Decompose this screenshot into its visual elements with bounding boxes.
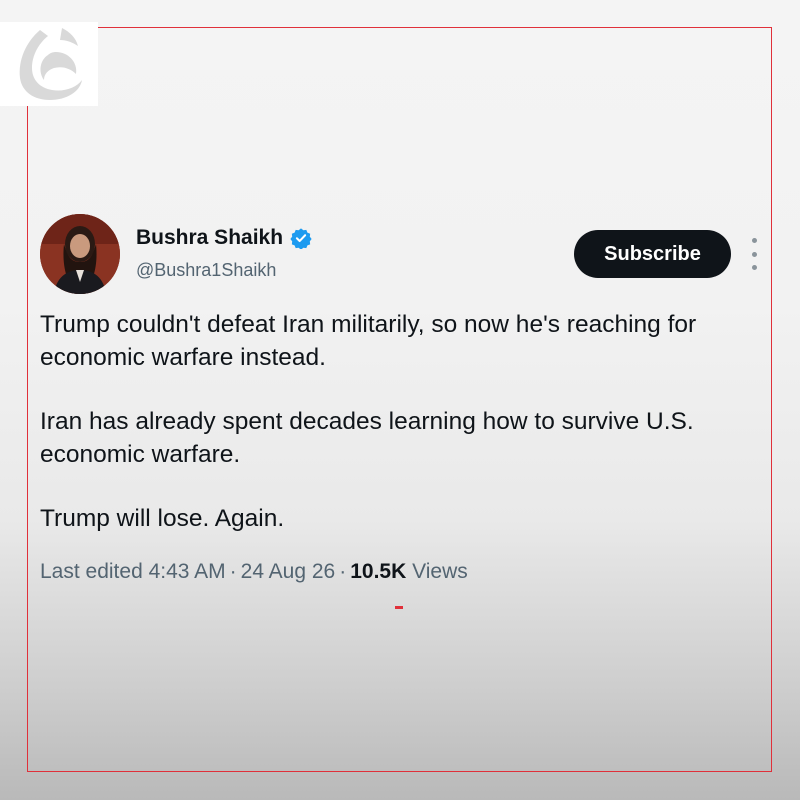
more-dot [751, 265, 757, 270]
more-vertical-icon[interactable] [746, 238, 762, 270]
more-dot [751, 238, 757, 243]
separator-dot: · [339, 560, 347, 583]
post-paragraph: Trump will lose. Again. [40, 505, 285, 532]
views-count: 10.5K [350, 560, 407, 583]
post-paragraph: Trump couldn't defeat Iran militarily, s… [40, 311, 697, 371]
post-paragraph: Iran has already spent decades learning … [40, 408, 694, 468]
author-handle[interactable]: @Bushra1Shaikh [136, 260, 276, 281]
post-meta: Last edited 4:43 AM · 24 Aug 26 · 10.5K View… [40, 560, 468, 584]
decorative-dash [395, 606, 403, 609]
views-label: Views [412, 560, 468, 583]
author-name-row: Bushra Shaikh [136, 226, 312, 250]
subscribe-button[interactable]: Subscribe [574, 230, 731, 278]
post-date[interactable]: 24 Aug 26 [241, 560, 336, 583]
post-text: Trump couldn't defeat Iran militarily, s… [40, 308, 770, 535]
separator-dot: · [229, 560, 237, 583]
brand-logo-icon [0, 22, 98, 106]
avatar[interactable] [40, 214, 120, 294]
post-header: Bushra Shaikh @Bushra1Shaikh Subscribe [40, 212, 770, 294]
edited-timestamp[interactable]: Last edited 4:43 AM [40, 560, 226, 583]
author-name[interactable]: Bushra Shaikh [136, 226, 283, 250]
more-dot [751, 251, 757, 257]
verified-badge-icon [290, 227, 312, 250]
